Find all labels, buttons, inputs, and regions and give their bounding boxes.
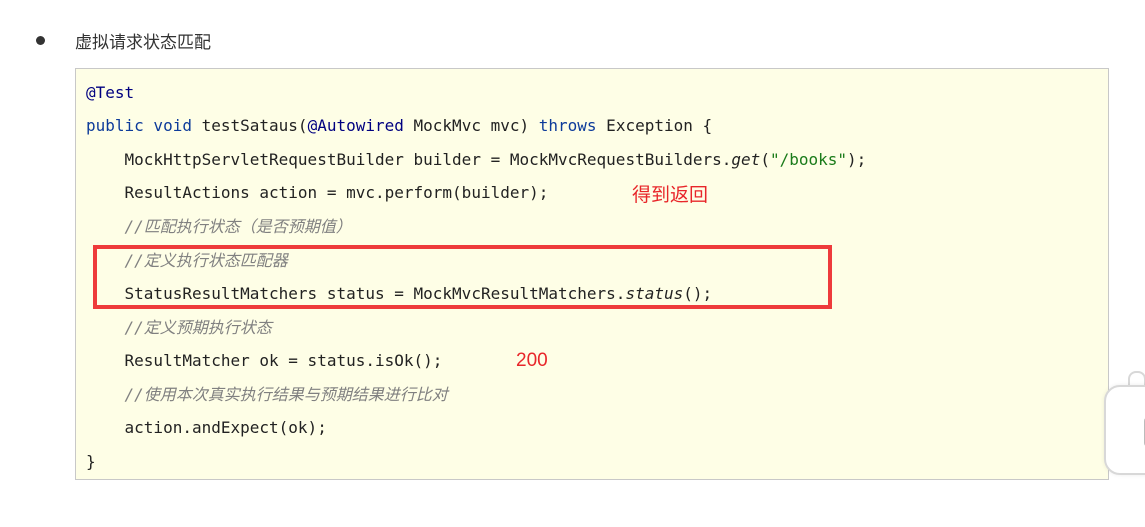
side-widget[interactable] [1104,385,1145,475]
code-line-2: public void testSataus(@Autowired MockMv… [86,114,712,138]
keyword-throws: throws [538,116,597,135]
exception-text: Exception { [596,116,713,135]
bullet-dot [36,35,45,45]
code-comment-3: //定义预期执行状态 [86,318,272,337]
code-line-4: ResultActions action = mvc.perform(build… [86,183,549,202]
annotation-test: @Test [86,83,135,102]
string-literal: "/books" [769,150,848,169]
code-line-9: ResultMatcher ok = status.isOk(); [86,351,443,370]
param-text: MockMvc mvc) [403,116,539,135]
code-line-12: } [86,452,96,471]
code-text: ); [847,150,867,169]
annotation-autowired: @Autowired [307,116,404,135]
code-line-1: @Test [86,81,134,105]
code-comment-1: //匹配执行状态（是否预期值） [86,217,352,236]
bullet-heading: 虚拟请求状态匹配 [36,26,211,54]
method-name: testSataus( [191,116,308,135]
method-get: get [731,150,761,169]
annotation-200: 200 [516,350,548,371]
code-comment-4: //使用本次真实执行结果与预期结果进行比对 [86,385,448,404]
code-text: ( [760,150,770,169]
highlight-box [93,245,832,309]
code-line-11: action.andExpect(ok); [86,418,327,437]
bullet-text: 虚拟请求状态匹配 [75,32,211,53]
annotation-get-return: 得到返回 [632,185,709,206]
keyword-public-void: public void [86,116,192,135]
code-text: MockHttpServletRequestBuilder builder = … [86,150,732,169]
code-line-3: MockHttpServletRequestBuilder builder = … [86,148,867,172]
